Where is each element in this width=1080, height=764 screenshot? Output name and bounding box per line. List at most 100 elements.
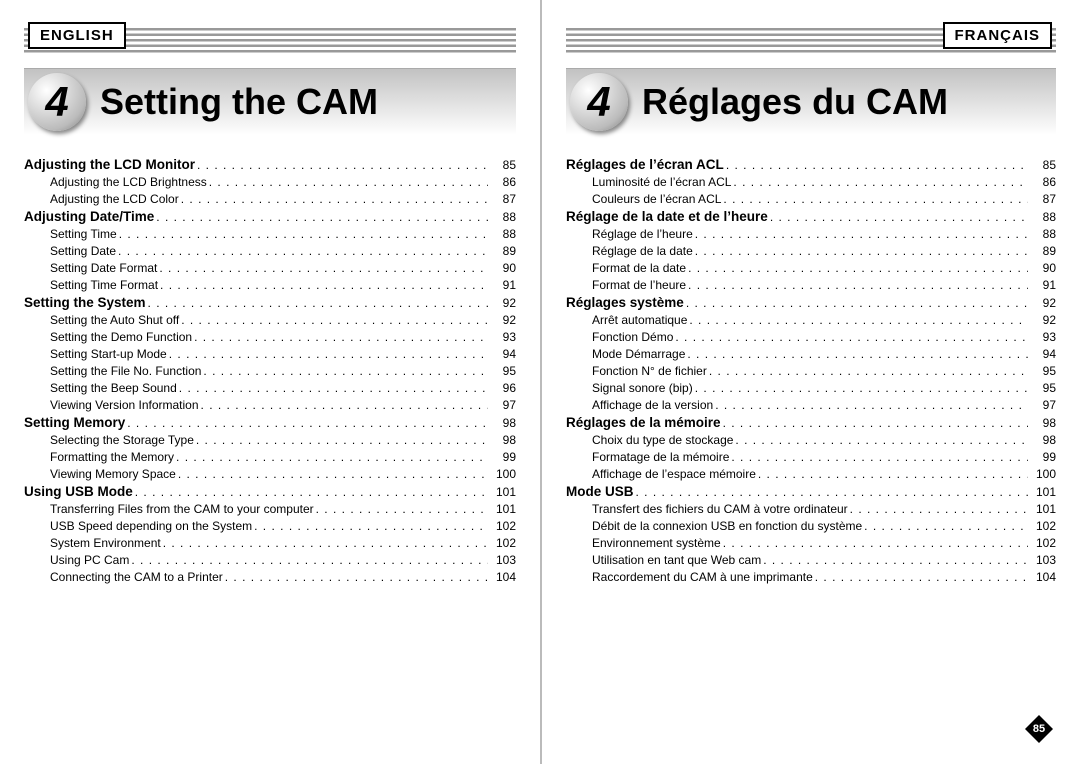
toc-leader-dots: [695, 227, 1028, 241]
toc-page-number: 98: [1030, 416, 1056, 430]
toc-row: Setting Memory98: [24, 415, 516, 430]
toc-leader-dots: [864, 519, 1028, 533]
toc-section-label: Setting the System: [24, 295, 146, 310]
chapter-number-badge: 4: [28, 73, 86, 131]
toc-leader-dots: [686, 296, 1028, 310]
toc-leader-dots: [695, 244, 1028, 258]
toc-section-label: Réglages système: [566, 295, 684, 310]
toc-leader-dots: [156, 210, 488, 224]
toc-row: Débit de la connexion USB en fonction du…: [566, 519, 1056, 533]
toc-row: Setting the Beep Sound96: [24, 381, 516, 395]
toc-row: Couleurs de l’écran ACL87: [566, 192, 1056, 206]
toc-section-label: Setting Memory: [24, 415, 125, 430]
toc-leader-dots: [178, 467, 488, 481]
toc-row: Setting Time88: [24, 227, 516, 241]
toc-leader-dots: [733, 175, 1028, 189]
toc-item-label: Setting Start-up Mode: [50, 347, 167, 361]
toc-item-label: Format de la date: [592, 261, 686, 275]
toc-row: Adjusting the LCD Color87: [24, 192, 516, 206]
toc-item-label: Setting the Auto Shut off: [50, 313, 179, 327]
toc-page-number: 88: [1030, 210, 1056, 224]
language-tab: ENGLISH: [28, 22, 126, 49]
toc-row: Adjusting Date/Time88: [24, 209, 516, 224]
toc-row: Connecting the CAM to a Printer104: [24, 570, 516, 584]
toc-page-number: 102: [1030, 519, 1056, 533]
toc-row: Setting Time Format91: [24, 278, 516, 292]
toc-page-number: 89: [490, 244, 516, 258]
toc-page-number: 92: [490, 296, 516, 310]
toc-item-label: System Environment: [50, 536, 161, 550]
toc-leader-dots: [176, 450, 488, 464]
toc-row: Adjusting the LCD Brightness 86: [24, 175, 516, 189]
toc-leader-dots: [688, 261, 1028, 275]
toc-item-label: Viewing Memory Space: [50, 467, 176, 481]
toc-item-label: Raccordement du CAM à une imprimante: [592, 570, 813, 584]
toc-page-number: 93: [490, 330, 516, 344]
toc-page-number: 103: [1030, 553, 1056, 567]
toc-page-number: 88: [490, 227, 516, 241]
toc-row: Réglage de la date89: [566, 244, 1056, 258]
toc-leader-dots: [723, 416, 1028, 430]
toc-row: Raccordement du CAM à une imprimante104: [566, 570, 1056, 584]
toc-row: Utilisation en tant que Web cam103: [566, 553, 1056, 567]
toc-leader-dots: [201, 398, 488, 412]
toc-item-label: Luminosité de l’écran ACL: [592, 175, 731, 189]
toc-leader-dots: [688, 278, 1028, 292]
toc-leader-dots: [119, 227, 488, 241]
table-of-contents: Adjusting the LCD Monitor 85 Adjusting the…: [24, 157, 516, 584]
toc-item-label: Setting the File No. Function: [50, 364, 201, 378]
toc-item-label: USB Speed depending on the System: [50, 519, 252, 533]
toc-page-number: 95: [1030, 381, 1056, 395]
toc-leader-dots: [194, 330, 488, 344]
toc-page-number: 94: [1030, 347, 1056, 361]
toc-item-label: Mode Démarrage: [592, 347, 685, 361]
toc-leader-dots: [169, 347, 488, 361]
toc-leader-dots: [197, 158, 488, 172]
toc-page-number: 92: [490, 313, 516, 327]
toc-leader-dots: [726, 158, 1028, 172]
toc-page-number: 101: [1030, 502, 1056, 516]
toc-page-number: 102: [490, 519, 516, 533]
header-stripes: ENGLISH: [24, 28, 516, 54]
toc-item-label: Affichage de l’espace mémoire: [592, 467, 756, 481]
toc-page-number: 92: [1030, 296, 1056, 310]
toc-leader-dots: [695, 381, 1028, 395]
toc-leader-dots: [254, 519, 488, 533]
toc-row: Using PC Cam103: [24, 553, 516, 567]
toc-page-number: 85: [1030, 158, 1056, 172]
chapter-number-badge: 4: [570, 73, 628, 131]
toc-page-number: 91: [490, 278, 516, 292]
table-of-contents: Réglages de l’écran ACL85Luminosité de l…: [566, 157, 1056, 584]
toc-page-number: 101: [1030, 485, 1056, 499]
page-left: ENGLISH 4 Setting the CAM Adjusting the …: [0, 0, 540, 764]
toc-leader-dots: [148, 296, 488, 310]
toc-page-number: 88: [490, 210, 516, 224]
toc-leader-dots: [181, 192, 488, 206]
toc-item-label: Adjusting the LCD Brightness: [50, 175, 207, 189]
toc-item-label: Format de l’heure: [592, 278, 686, 292]
toc-item-label: Setting the Beep Sound: [50, 381, 177, 395]
toc-item-label: Fonction N° de fichier: [592, 364, 707, 378]
toc-leader-dots: [689, 313, 1028, 327]
toc-row: Using USB Mode101: [24, 484, 516, 499]
toc-section-label: Adjusting the LCD Monitor: [24, 157, 195, 172]
toc-item-label: Réglage de l’heure: [592, 227, 693, 241]
toc-leader-dots: [135, 485, 488, 499]
toc-page-number: 99: [490, 450, 516, 464]
toc-leader-dots: [160, 278, 488, 292]
toc-page-number: 90: [1030, 261, 1056, 275]
toc-page-number: 85: [490, 158, 516, 172]
toc-page-number: 87: [490, 192, 516, 206]
toc-page-number: 97: [1030, 398, 1056, 412]
toc-page-number: 86: [490, 175, 516, 189]
toc-leader-dots: [731, 450, 1028, 464]
toc-leader-dots: [815, 570, 1028, 584]
toc-leader-dots: [675, 330, 1028, 344]
toc-item-label: Couleurs de l’écran ACL: [592, 192, 721, 206]
page-number-badge: 85: [1024, 714, 1054, 744]
toc-row: Viewing Version Information97: [24, 398, 516, 412]
toc-page-number: 97: [490, 398, 516, 412]
toc-page-number: 104: [490, 570, 516, 584]
toc-page-number: 98: [490, 433, 516, 447]
toc-row: Réglages système 92: [566, 295, 1056, 310]
